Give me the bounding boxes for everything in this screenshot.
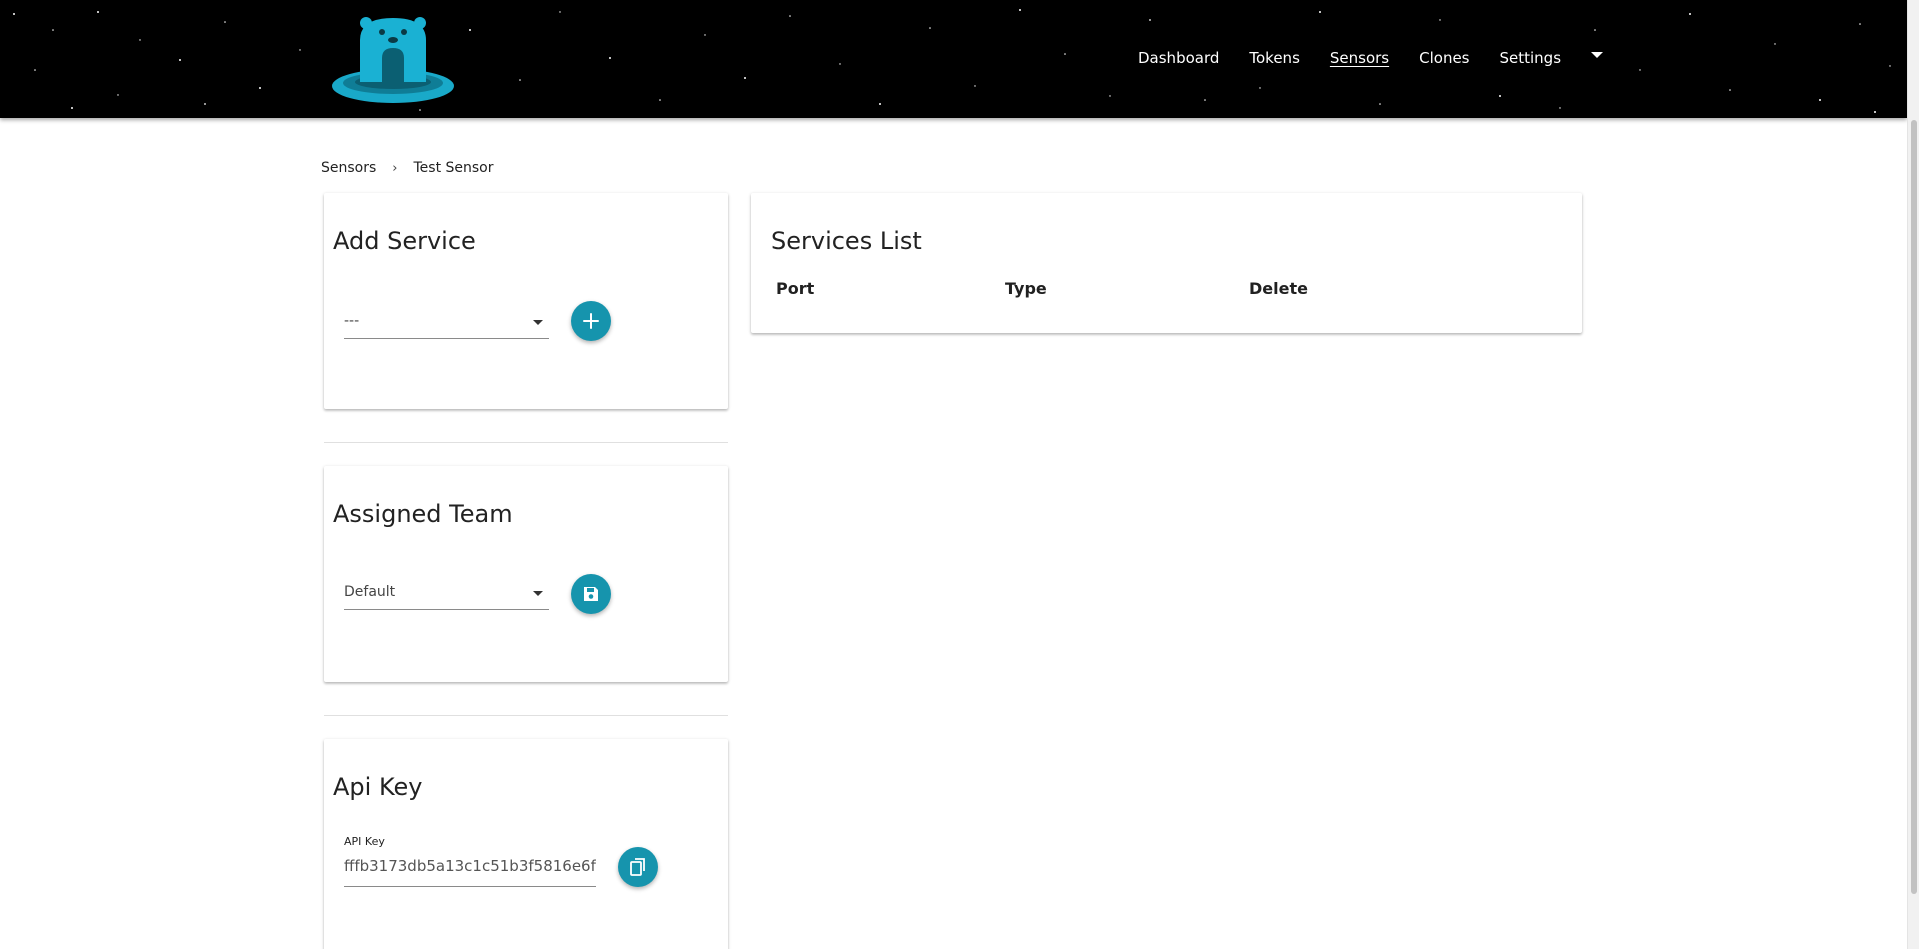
- scrollbar-thumb[interactable]: [1911, 120, 1917, 894]
- copy-api-key-button[interactable]: [618, 847, 658, 887]
- api-key-input[interactable]: [344, 857, 596, 875]
- services-list-title: Services List: [771, 227, 922, 255]
- api-key-field: API Key: [344, 835, 596, 887]
- plus-icon: [583, 313, 599, 329]
- top-header: Dashboard Tokens Sensors Clones Settings: [0, 0, 1907, 118]
- breadcrumb-sensors-link[interactable]: Sensors: [321, 160, 376, 176]
- section-divider: [324, 715, 728, 716]
- otter-logo[interactable]: [330, 14, 456, 104]
- add-service-card: Add Service ---: [324, 193, 728, 409]
- main-nav: Dashboard Tokens Sensors Clones Settings: [1138, 47, 1604, 69]
- nav-tokens[interactable]: Tokens: [1249, 47, 1300, 69]
- service-type-select-value: ---: [344, 313, 360, 329]
- column-header-port: Port: [776, 279, 815, 298]
- add-service-title: Add Service: [333, 227, 476, 255]
- add-service-button[interactable]: [571, 301, 611, 341]
- api-key-card: Api Key API Key: [324, 739, 728, 949]
- assigned-team-title: Assigned Team: [333, 500, 513, 528]
- nav-settings[interactable]: Settings: [1500, 47, 1562, 69]
- chevron-down-icon: [533, 320, 543, 325]
- breadcrumb: Sensors › Test Sensor: [321, 160, 494, 176]
- services-list-card: Services List Port Type Delete: [751, 193, 1582, 333]
- team-select[interactable]: Default: [344, 578, 549, 610]
- column-header-delete: Delete: [1249, 279, 1308, 298]
- breadcrumb-separator: ›: [392, 160, 398, 176]
- copy-icon: [630, 858, 645, 876]
- service-type-select[interactable]: ---: [344, 307, 549, 339]
- starfield-background: [13, 9, 1891, 113]
- column-header-type: Type: [1005, 279, 1047, 298]
- app-root: Dashboard Tokens Sensors Clones Settings…: [0, 0, 1919, 949]
- page-scrollbar[interactable]: [1907, 0, 1919, 949]
- settings-dropdown-caret-icon[interactable]: [1591, 52, 1604, 58]
- save-team-button[interactable]: [571, 574, 611, 614]
- breadcrumb-current: Test Sensor: [413, 160, 494, 176]
- nav-sensors[interactable]: Sensors: [1330, 47, 1389, 69]
- chevron-down-icon: [533, 591, 543, 596]
- api-key-title: Api Key: [333, 773, 423, 801]
- team-select-value: Default: [344, 584, 396, 600]
- nav-dashboard[interactable]: Dashboard: [1138, 47, 1219, 69]
- section-divider: [324, 442, 728, 443]
- api-key-label: API Key: [344, 835, 385, 848]
- assigned-team-card: Assigned Team Default: [324, 466, 728, 682]
- nav-clones[interactable]: Clones: [1419, 47, 1469, 69]
- save-icon: [584, 587, 598, 601]
